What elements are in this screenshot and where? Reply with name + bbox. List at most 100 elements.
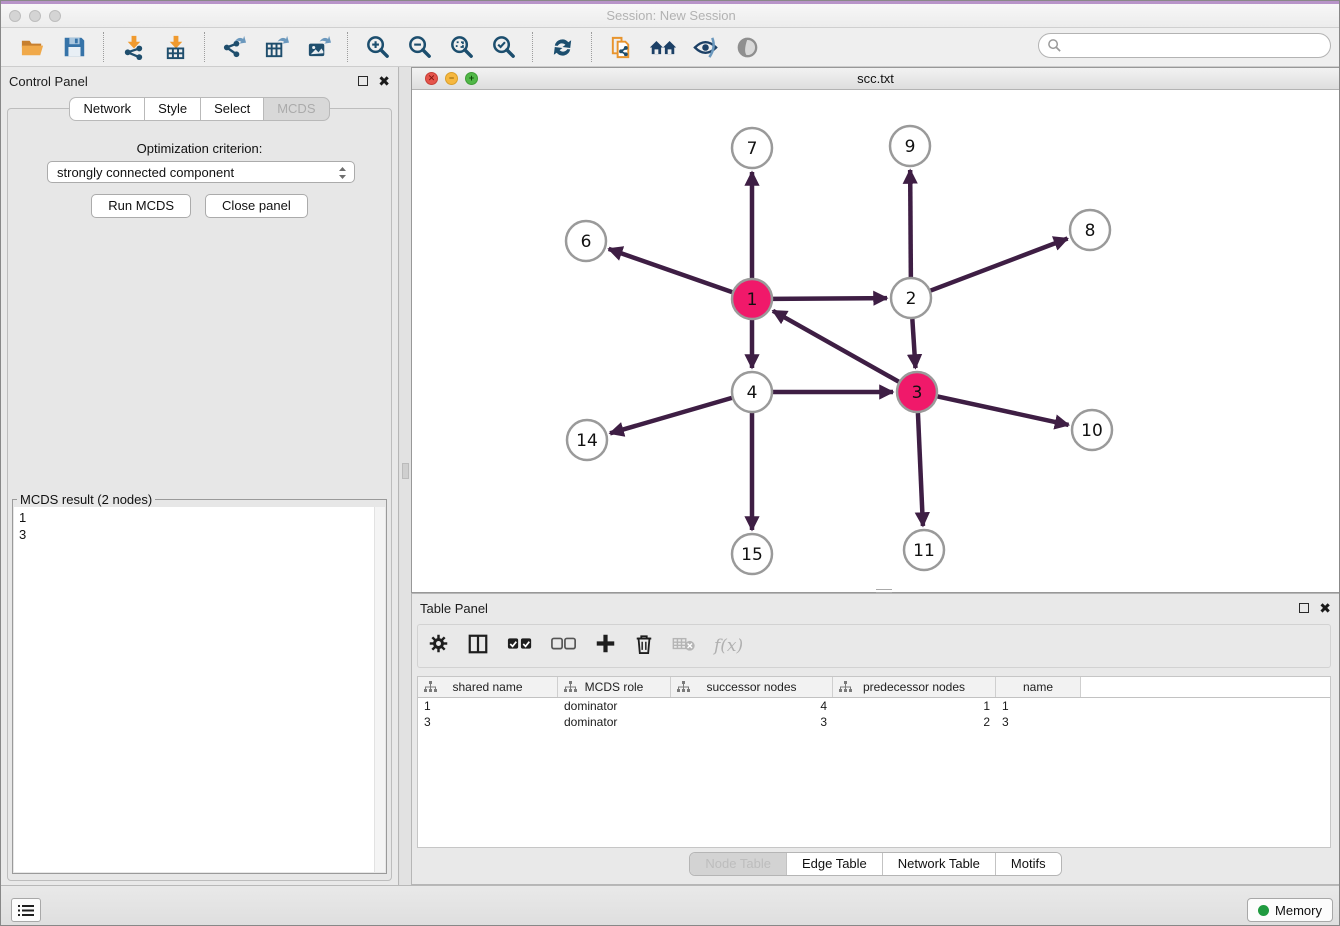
run-mcds-button[interactable]: Run MCDS <box>91 194 191 218</box>
tab-node-table[interactable]: Node Table <box>690 853 786 875</box>
zoom-in-button[interactable] <box>362 32 392 62</box>
cell-mcds-role[interactable]: dominator <box>558 714 671 730</box>
cell-successor-nodes[interactable]: 3 <box>671 714 833 730</box>
column-header-shared-name[interactable]: shared name <box>418 677 558 697</box>
select-all-rows-button[interactable] <box>507 637 533 656</box>
graph-node-label-1: 1 <box>747 290 758 310</box>
toolbar-separator <box>103 32 104 62</box>
vertical-splitter[interactable] <box>400 67 411 885</box>
float-panel-icon[interactable] <box>358 76 368 86</box>
float-table-panel-icon[interactable] <box>1299 603 1309 613</box>
graph-edge-3-1[interactable] <box>773 311 899 382</box>
mcds-result-group: MCDS result (2 nodes) 1 3 <box>12 492 387 874</box>
control-panel-tabs: Network Style Select MCDS <box>1 97 398 121</box>
close-panel-icon[interactable]: ✖ <box>378 74 390 88</box>
delete-column-button[interactable] <box>634 633 654 660</box>
tab-network[interactable]: Network <box>69 97 144 121</box>
network-graph[interactable]: 1234678910111415 <box>412 90 1339 592</box>
graph-edge-1-6[interactable] <box>609 249 733 292</box>
list-icon <box>18 904 34 917</box>
column-header-successor-nodes[interactable]: successor nodes <box>671 677 833 697</box>
export-network-icon <box>221 34 248 61</box>
dropdown-stepper-icon <box>337 164 348 185</box>
search-icon <box>1047 38 1062 53</box>
tab-mcds[interactable]: MCDS <box>263 97 329 121</box>
search-box[interactable] <box>1038 33 1331 58</box>
graph-edge-3-10[interactable] <box>938 396 1069 424</box>
import-network-button[interactable] <box>118 32 148 62</box>
close-table-panel-icon[interactable]: ✖ <box>1319 601 1331 615</box>
cell-predecessor-nodes[interactable]: 1 <box>833 698 996 714</box>
refresh-view-button[interactable] <box>547 32 577 62</box>
tab-style[interactable]: Style <box>144 97 200 121</box>
zoom-selected-button[interactable] <box>488 32 518 62</box>
control-panel-title: Control Panel <box>9 74 358 89</box>
graph-node-label-10: 10 <box>1081 421 1103 441</box>
network-canvas[interactable]: 1234678910111415 <box>412 90 1339 592</box>
show-task-history-button[interactable] <box>11 898 41 922</box>
splitter-grip[interactable] <box>402 463 409 479</box>
content-area: Control Panel ✖ Network Style Select MCD… <box>1 67 1340 885</box>
tab-edge-table[interactable]: Edge Table <box>786 853 882 875</box>
export-table-button[interactable] <box>261 32 291 62</box>
show-column-panel-button[interactable] <box>467 633 489 660</box>
table-panel-header: Table Panel ✖ <box>412 594 1339 622</box>
graph-edge-2-9[interactable] <box>910 170 911 277</box>
show-graphics-details-button[interactable] <box>732 32 762 62</box>
hierarchy-icon <box>564 681 577 693</box>
table-settings-button[interactable] <box>428 633 449 659</box>
table-row[interactable]: 3 dominator 3 2 3 <box>418 714 1330 730</box>
hide-graphics-button[interactable] <box>690 32 720 62</box>
cell-name[interactable]: 1 <box>996 698 1081 714</box>
zoom-fit-button[interactable] <box>446 32 476 62</box>
graph-node-label-9: 9 <box>905 137 916 157</box>
home-view-button[interactable] <box>648 32 678 62</box>
zoom-out-button[interactable] <box>404 32 434 62</box>
cell-predecessor-nodes[interactable]: 2 <box>833 714 996 730</box>
plus-icon <box>595 633 616 654</box>
clone-network-button[interactable] <box>606 32 636 62</box>
function-builder-button[interactable]: f(x) <box>714 636 743 656</box>
cell-shared-name[interactable]: 3 <box>418 714 558 730</box>
close-panel-button[interactable]: Close panel <box>205 194 308 218</box>
search-input[interactable] <box>1066 36 1330 56</box>
network-window-titlebar[interactable]: ✕ − + scc.txt <box>412 68 1339 90</box>
cell-name[interactable]: 3 <box>996 714 1081 730</box>
criterion-dropdown[interactable]: strongly connected component <box>47 161 355 183</box>
graph-edge-2-8[interactable] <box>931 239 1068 291</box>
table-row[interactable]: 1 dominator 4 1 1 <box>418 698 1330 714</box>
cell-successor-nodes[interactable]: 4 <box>671 698 833 714</box>
column-header-name[interactable]: name <box>996 677 1081 697</box>
mcds-result-title: MCDS result (2 nodes) <box>17 492 155 507</box>
export-network-button[interactable] <box>219 32 249 62</box>
add-column-button[interactable] <box>595 633 616 659</box>
zoom-in-icon <box>364 34 391 61</box>
deselect-all-rows-button[interactable] <box>551 637 577 656</box>
unchecked-boxes-icon <box>551 637 577 651</box>
graph-node-label-4: 4 <box>747 383 758 403</box>
split-columns-icon <box>467 633 489 655</box>
memory-button[interactable]: Memory <box>1247 898 1333 922</box>
mcds-result-textarea[interactable]: 1 3 <box>14 507 385 872</box>
graph-edge-4-14[interactable] <box>610 398 732 433</box>
export-image-button[interactable] <box>303 32 333 62</box>
zoom-fit-icon <box>448 34 475 61</box>
tab-network-table[interactable]: Network Table <box>882 853 995 875</box>
node-table: shared name MCDS role successor nodes pr… <box>417 676 1331 848</box>
cell-shared-name[interactable]: 1 <box>418 698 558 714</box>
column-header-mcds-role[interactable]: MCDS role <box>558 677 671 697</box>
tab-select[interactable]: Select <box>200 97 263 121</box>
column-header-predecessor-nodes[interactable]: predecessor nodes <box>833 677 996 697</box>
save-session-button[interactable] <box>59 32 89 62</box>
graph-edge-3-11[interactable] <box>918 413 923 526</box>
delete-table-button[interactable] <box>672 636 696 657</box>
import-table-button[interactable] <box>160 32 190 62</box>
cell-mcds-role[interactable]: dominator <box>558 698 671 714</box>
mcds-result-scrollbar[interactable] <box>374 507 385 872</box>
graph-edge-1-2[interactable] <box>773 298 887 299</box>
open-session-button[interactable] <box>17 32 47 62</box>
export-image-icon <box>305 34 332 61</box>
tab-motifs[interactable]: Motifs <box>995 853 1061 875</box>
graph-edge-2-3[interactable] <box>912 319 915 368</box>
toolbar-separator <box>532 32 533 62</box>
